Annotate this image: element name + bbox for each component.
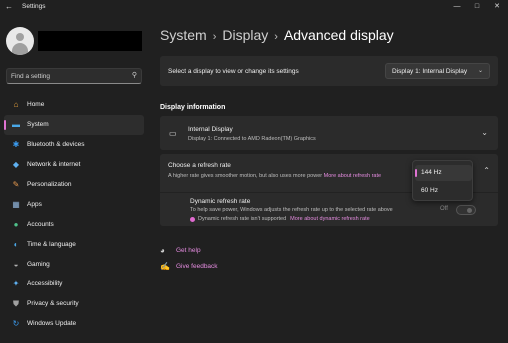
dynamic-refresh-title: Dynamic refresh rate	[190, 198, 251, 205]
search-input[interactable]	[11, 71, 121, 81]
warning-dot-icon	[190, 216, 195, 222]
accounts-icon: ●	[13, 219, 19, 229]
refresh-rate-dropdown-menu: 144 Hz 60 Hz	[412, 160, 473, 201]
sidebar-item-system[interactable]: ▬ System	[4, 114, 144, 135]
back-arrow-icon[interactable]: ←	[5, 2, 15, 12]
feedback-icon: ✍	[160, 262, 170, 271]
get-help-label: Get help	[176, 247, 201, 254]
display-select-dropdown[interactable]: Display 1: Internal Display ⌄	[385, 63, 490, 79]
sidebar-item-personalization[interactable]: ✎ Personalization	[4, 175, 144, 195]
maximize-button[interactable]: □	[470, 1, 484, 12]
sidebar-item-label: Gaming	[27, 260, 50, 268]
sidebar-item-label: Personalization	[27, 181, 72, 188]
dynamic-refresh-warning: Dynamic refresh rate isn't supported Mor…	[190, 216, 370, 222]
sidebar-item-accessibility[interactable]: ✦ Accessibility	[4, 274, 144, 294]
get-help-link[interactable]: ◕ Get help	[160, 246, 201, 255]
sidebar-item-gaming[interactable]: ◒ Gaming	[4, 254, 144, 274]
window-title: Settings	[22, 3, 46, 10]
chevron-down-icon[interactable]: ⌄	[481, 128, 488, 137]
option-label: 144 Hz	[421, 169, 442, 176]
sidebar-item-bluetooth-devices[interactable]: ✱ Bluetooth & devices	[4, 135, 144, 155]
accessibility-icon: ✦	[12, 279, 20, 289]
sidebar-item-home[interactable]: ⌂ Home	[4, 95, 144, 115]
account-name-redacted	[38, 31, 142, 51]
give-feedback-link[interactable]: ✍ Give feedback	[160, 262, 218, 271]
shield-icon: ⛊	[13, 298, 19, 308]
dynamic-refresh-description: To help save power, Windows adjusts the …	[190, 207, 393, 213]
option-label: 60 Hz	[421, 187, 438, 194]
home-icon: ⌂	[13, 100, 19, 110]
sidebar-item-label: Privacy & security	[27, 300, 79, 308]
dynamic-refresh-toggle[interactable]	[456, 205, 476, 215]
sidebar-item-label: Bluetooth & devices	[27, 141, 85, 149]
display-select-card: Select a display to view or change its s…	[160, 56, 498, 86]
system-icon: ▬	[12, 120, 20, 130]
sidebar-nav: ⌂ Home ▬ System ✱ Bluetooth & devices ◆ Network…	[4, 95, 144, 334]
sidebar-item-apps[interactable]: ▦ Apps	[4, 194, 144, 214]
globe-clock-icon: ◐	[13, 239, 19, 249]
sidebar-item-label: Accessibility	[27, 280, 63, 288]
sidebar-item-label: Apps	[27, 200, 42, 208]
more-about-refresh-rate-link[interactable]: More about refresh rate	[324, 173, 381, 179]
sidebar-item-label: Home	[27, 101, 45, 109]
monitor-icon: ▭	[169, 129, 177, 138]
sidebar-item-windows-update[interactable]: ↻ Windows Update	[4, 314, 144, 334]
display-name: Internal Display	[188, 126, 233, 133]
refresh-rate-description: A higher rate gives smoother motion, but…	[168, 173, 323, 179]
sidebar-item-label: System	[27, 121, 49, 129]
search-box[interactable]: ⚲	[6, 68, 142, 84]
sidebar-item-network-internet[interactable]: ◆ Network & internet	[4, 155, 144, 175]
chevron-up-icon[interactable]: ⌃	[483, 166, 490, 175]
avatar-body-shape	[12, 43, 28, 55]
bluetooth-icon: ✱	[12, 140, 20, 150]
close-button[interactable]: ✕	[490, 1, 504, 12]
internal-display-card[interactable]: ▭ Internal Display Display 1: Connected …	[160, 116, 498, 150]
breadcrumb: System › Display › Advanced display	[160, 27, 394, 43]
sidebar-item-label: Windows Update	[27, 320, 77, 328]
help-chat-icon: ◕	[160, 246, 165, 255]
give-feedback-label: Give feedback	[176, 263, 218, 270]
toggle-knob	[467, 208, 472, 213]
toggle-state-label: Off	[440, 206, 448, 212]
breadcrumb-separator: ›	[274, 31, 278, 43]
wifi-icon: ◆	[12, 160, 20, 170]
sidebar-item-privacy-security[interactable]: ⛊ Privacy & security	[4, 294, 144, 314]
display-select-label: Select a display to view or change its s…	[168, 68, 299, 75]
breadcrumb-system[interactable]: System	[160, 27, 207, 43]
sidebar-item-label: Time & language	[27, 240, 76, 248]
display-select-value: Display 1: Internal Display	[392, 68, 468, 75]
chevron-down-icon: ⌄	[477, 68, 483, 74]
gamepad-icon: ◒	[13, 259, 19, 269]
display-information-heading: Display information	[160, 104, 226, 111]
refresh-rate-title: Choose a refresh rate	[168, 162, 231, 169]
avatar[interactable]	[6, 27, 34, 55]
page-title: Advanced display	[283, 27, 394, 43]
minimize-button[interactable]: —	[450, 1, 464, 12]
sidebar-item-accounts[interactable]: ● Accounts	[4, 214, 144, 234]
more-about-dynamic-refresh-link[interactable]: More about dynamic refresh rate	[290, 216, 369, 222]
breadcrumb-separator: ›	[212, 31, 217, 43]
sidebar-item-time-language[interactable]: ◐ Time & language	[4, 234, 144, 254]
refresh-rate-option-60[interactable]: 60 Hz	[415, 183, 472, 199]
apps-icon: ▦	[12, 199, 20, 209]
dynamic-refresh-warning-text: Dynamic refresh rate isn't supported	[198, 216, 287, 222]
title-bar: ← Settings — □ ✕	[0, 0, 508, 14]
refresh-rate-description-block: A higher rate gives smoother motion, but…	[168, 172, 412, 180]
sidebar-item-label: Accounts	[27, 220, 54, 228]
update-icon: ↻	[12, 319, 20, 329]
sidebar-item-label: Network & internet	[27, 161, 81, 169]
breadcrumb-display[interactable]: Display	[222, 27, 268, 43]
refresh-rate-option-144[interactable]: 144 Hz	[415, 165, 472, 181]
avatar-head-shape	[16, 33, 24, 41]
search-icon[interactable]: ⚲	[132, 71, 137, 79]
brush-icon: ✎	[12, 180, 20, 189]
display-detail: Display 1: Connected to AMD Radeon(TM) G…	[188, 136, 316, 142]
